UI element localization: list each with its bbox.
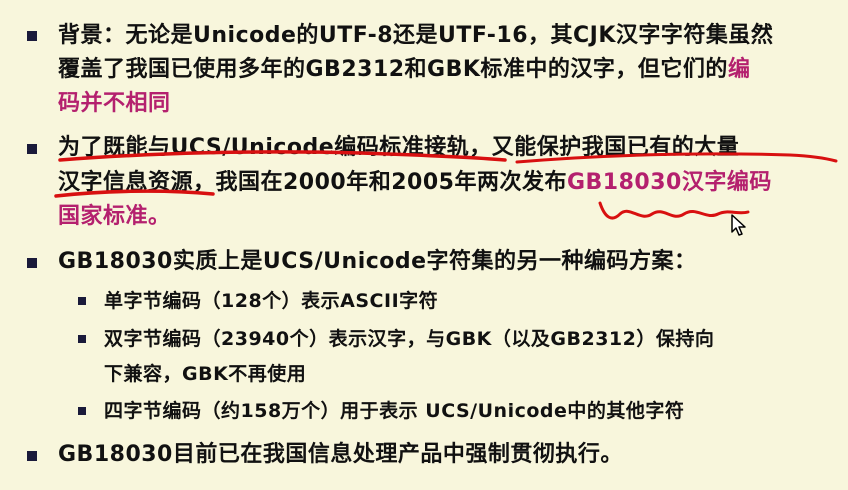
square-bullet-icon — [27, 451, 37, 461]
sub-bullet-3: 四字节编码（约158万个）用于表示 UCS/Unicode中的其他字符 — [104, 400, 685, 422]
bullet-1-line-2: 覆盖了我国已使用多年的GB2312和GBK标准中的汉字，但它们的编 — [58, 55, 750, 85]
sub-bullet-2-line-2: 下兼容，GBK不再使用 — [104, 363, 307, 385]
bullet-4-line-1: GB18030目前已在我国信息处理产品中强制贯彻执行。 — [58, 442, 623, 467]
bullet-2-line-2: 汉字信息资源，我国在2000年和2005年两次发布GB18030汉字编码 — [58, 168, 772, 198]
square-bullet-icon — [78, 335, 86, 343]
square-bullet-icon — [27, 31, 37, 41]
bullet-2-line-3: 国家标准。 — [58, 204, 171, 229]
sub-bullet-1: 单字节编码（128个）表示ASCII字符 — [104, 290, 439, 312]
square-bullet-icon — [78, 407, 86, 415]
square-bullet-icon — [27, 144, 37, 154]
mouse-pointer-icon — [731, 214, 746, 236]
sub-bullet-2-line-1: 双字节编码（23940个）表示汉字，与GBK（以及GB2312）保持向 — [104, 328, 715, 350]
bullet-1-line-1: 背景：无论是Unicode的UTF-8还是UTF-16，其CJK汉字字符集虽然 — [58, 23, 774, 48]
bullet-2-line-2-text: 汉字信息资源，我国在2000年和2005年两次发布 — [58, 170, 567, 195]
square-bullet-icon — [27, 258, 37, 268]
slide: 背景：无论是Unicode的UTF-8还是UTF-16，其CJK汉字字符集虽然 … — [0, 0, 848, 490]
squiggle-stroke — [598, 201, 750, 220]
bullet-2-line-1: 为了既能与UCS/Unicode编码标准接轨，又能保护我国已有的大量 — [58, 135, 740, 160]
square-bullet-icon — [78, 297, 86, 305]
bullet-2-highlight: GB18030汉字编码 — [566, 170, 772, 195]
bullet-1-highlight-start: 编 — [727, 57, 751, 82]
bullet-3-line-1: GB18030实质上是UCS/Unicode字符集的另一种编码方案： — [58, 249, 697, 274]
bullet-1-line-2-text: 覆盖了我国已使用多年的GB2312和GBK标准中的汉字，但它们的 — [58, 57, 728, 82]
bullet-1-line-3: 码并不相同 — [58, 91, 171, 116]
